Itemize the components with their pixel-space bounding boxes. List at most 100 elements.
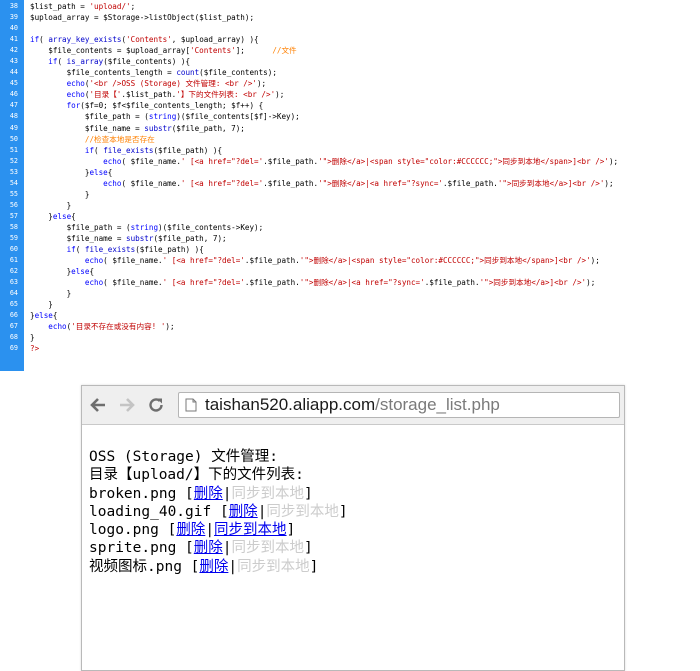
code-token: array_key_exists (48, 35, 122, 45)
code-token: substr (144, 123, 172, 133)
sync-disabled-label: 同步到本地 (231, 540, 305, 557)
code-line: 64 } (0, 288, 700, 299)
code-text: echo('目录【'.$list_path.'】下的文件列表: <br />')… (30, 89, 285, 100)
code-token: file_exists (103, 145, 154, 155)
sync-link[interactable]: 同步到本地 (214, 522, 287, 538)
code-token: } (30, 167, 90, 177)
code-text: echo('目录不存在或没有内容! '); (30, 321, 175, 332)
file-name: logo.png (89, 522, 159, 539)
code-text: if( array_key_exists('Contents', $upload… (30, 34, 259, 45)
code-line: 38 $list_path = 'upload/'; (0, 1, 700, 12)
code-token: $file_name = (30, 123, 145, 133)
code-line: 57 }else{ (0, 211, 700, 222)
code-text: echo( $file_name.' [<a href="?del='.$fil… (30, 156, 618, 167)
code-token: ($file_contents) ){ (103, 57, 191, 67)
code-token: ); (608, 156, 619, 166)
code-text: } (30, 189, 90, 200)
delete-link[interactable]: 删除 (229, 504, 258, 520)
separator: | (222, 485, 232, 502)
code-line: 56 } (0, 200, 700, 211)
code-line: 62 }else{ (0, 266, 700, 277)
code-token: echo (84, 256, 104, 266)
back-button[interactable] (88, 395, 108, 415)
code-token: ( (75, 245, 85, 255)
line-number: 64 (9, 289, 18, 298)
line-number: 63 (9, 278, 18, 287)
code-token: '目录不存在或没有内容! ' (71, 322, 166, 332)
code-token: string (130, 222, 159, 232)
code-token: is_array (66, 57, 104, 67)
line-number: 52 (9, 156, 18, 165)
code-text: $file_path = (string)($file_contents->Ke… (30, 222, 264, 233)
line-number: 65 (9, 300, 18, 309)
code-text: $list_path = 'upload/'; (30, 1, 135, 12)
separator: | (222, 540, 232, 557)
delete-link[interactable]: 删除 (194, 486, 223, 502)
file-row: loading_40.gif [删除|同步到本地] (89, 503, 619, 521)
line-number: 47 (9, 101, 18, 110)
code-token: else (71, 267, 90, 277)
line-number: 61 (9, 256, 18, 265)
delete-link[interactable]: 删除 (199, 559, 228, 575)
code-token: .$file_path. (424, 278, 480, 288)
code-text: $file_contents_length = count($file_cont… (30, 67, 277, 78)
back-arrow-icon (90, 398, 105, 412)
delete-link[interactable]: 删除 (176, 522, 205, 538)
separator: | (205, 522, 215, 539)
line-number: 43 (9, 57, 18, 66)
code-text: if( file_exists($file_path) ){ (30, 145, 222, 156)
code-token: if (84, 145, 95, 155)
line-number: 69 (9, 344, 18, 353)
code-token: string (148, 112, 177, 122)
code-token: .$file_path. (244, 256, 300, 266)
code-token: ); (165, 322, 175, 332)
delete-link[interactable]: 删除 (194, 540, 223, 556)
code-line: 47 for($f=0; $f<$file_contents_length; $… (0, 100, 700, 111)
line-number: 51 (9, 145, 18, 154)
line-number: 67 (9, 322, 18, 331)
code-token: } (30, 289, 72, 299)
code-line: 69 ?> (0, 343, 700, 354)
code-text: }else{ (30, 167, 112, 178)
code-token: { (52, 311, 58, 321)
code-token: //检查本地是否存在 (84, 134, 155, 144)
file-name: broken.png (89, 485, 177, 502)
code-token: //文件 (272, 46, 297, 56)
line-number: 44 (9, 68, 18, 77)
code-text: echo( $file_name.' [<a href="?del='.$fil… (30, 178, 613, 189)
code-token: .$file_path. (263, 178, 319, 188)
bracket-close: ] (338, 503, 348, 520)
code-token: '">同步到本地</a>]<br />' (479, 278, 587, 288)
code-token: ' [<a href="?del=' (180, 156, 264, 166)
code-token: ($file_contents); (199, 68, 277, 78)
code-text: } (30, 299, 53, 310)
forward-button[interactable] (117, 395, 137, 415)
sync-disabled-label: 同步到本地 (237, 558, 310, 575)
reload-button[interactable] (146, 395, 166, 415)
editor-bottom-edge (24, 368, 700, 371)
code-token: $upload_array = $Storage->listObject($li… (30, 13, 255, 23)
file-row: broken.png [删除|同步到本地] (89, 485, 619, 503)
code-text: $file_name = substr($file_path, 7); (30, 233, 227, 244)
code-text: $file_name = substr($file_path, 7); (30, 123, 245, 134)
url-host: taishan520.aliapp.com (205, 395, 376, 414)
code-token: } (30, 300, 53, 310)
code-token: , $upload_array) ){ (171, 35, 259, 45)
code-token: ($file_path) ){ (153, 145, 223, 155)
bracket-close: ] (286, 522, 296, 539)
code-text: echo( $file_name.' [<a href="?del='.$fil… (30, 255, 600, 266)
bracket-close: ] (304, 540, 313, 557)
code-token: echo (66, 79, 85, 89)
code-text: echo( $file_name.' [<a href="?del='.$fil… (30, 277, 595, 288)
code-line: 60 if( file_exists($file_path) ){ (0, 244, 700, 255)
code-line: 66}else{ (0, 310, 700, 321)
address-bar[interactable]: taishan520.aliapp.com/storage_list.php (178, 392, 620, 418)
line-number: 58 (9, 222, 18, 231)
code-token: .$list_path. (121, 90, 177, 100)
code-token: .$file_path. (442, 178, 498, 188)
